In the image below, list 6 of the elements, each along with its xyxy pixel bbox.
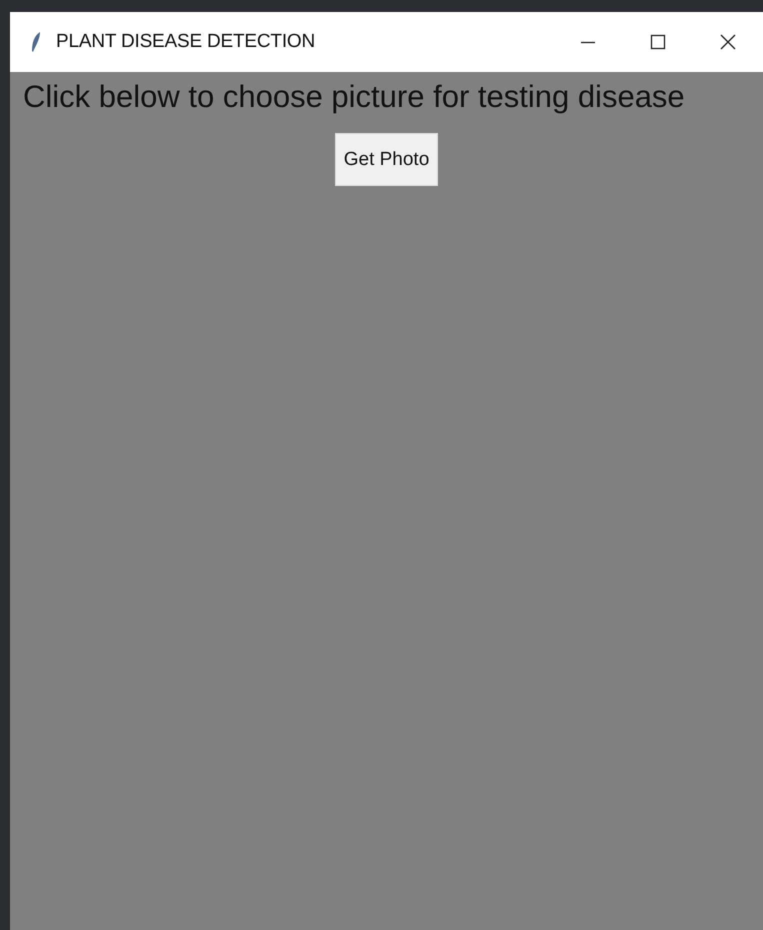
window-title: PLANT DISEASE DETECTION: [56, 31, 316, 53]
maximize-icon[interactable]: [649, 33, 667, 51]
instruction-text: Click below to choose picture for testing disease: [23, 79, 685, 115]
close-icon[interactable]: [719, 33, 737, 51]
feather-icon: [30, 31, 42, 53]
get-photo-button[interactable]: Get Photo: [334, 133, 438, 186]
